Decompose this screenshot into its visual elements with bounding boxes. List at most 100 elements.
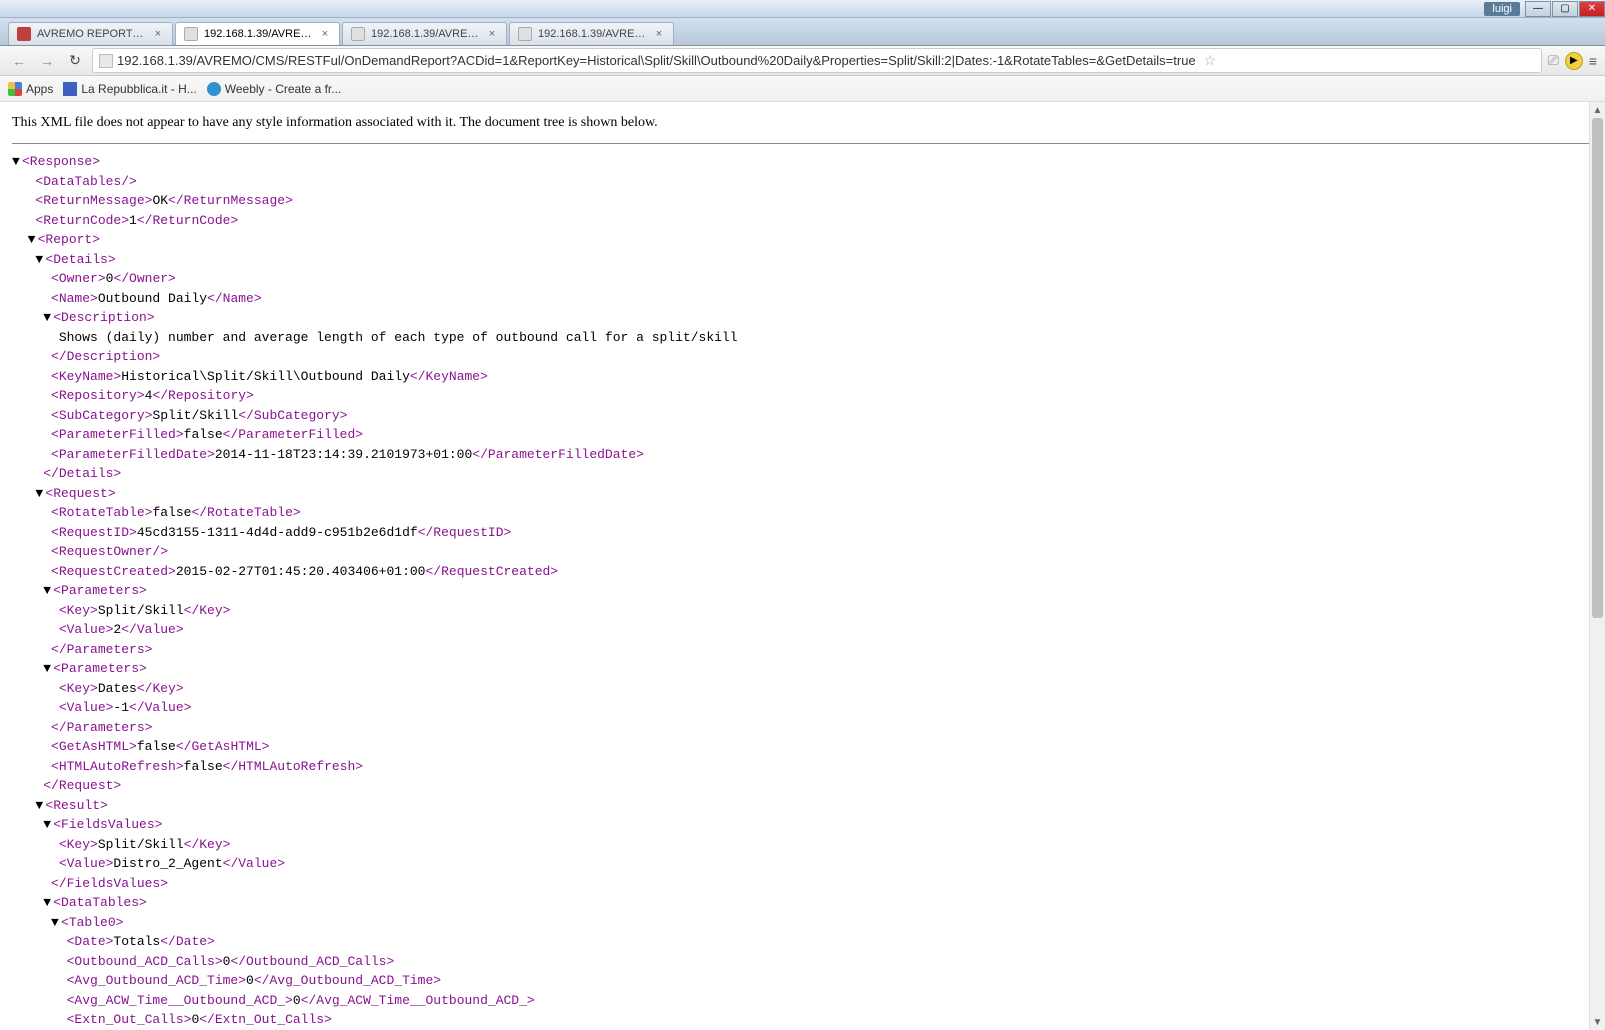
collapse-toggle-icon[interactable]: ▼	[43, 893, 53, 913]
collapse-toggle-icon[interactable]: ▼	[43, 659, 53, 679]
xml-node: <Value>-1</Value>	[12, 698, 1593, 718]
collapse-toggle-icon[interactable]: ▼	[51, 913, 61, 933]
xml-node: <ReturnCode>1</ReturnCode>	[12, 211, 1593, 231]
page-icon	[99, 54, 113, 68]
xml-node: <KeyName>Historical\Split/Skill\Outbound…	[12, 367, 1593, 387]
collapse-toggle-icon[interactable]: ▼	[43, 581, 53, 601]
xml-node: </Parameters>	[12, 640, 1593, 660]
xml-node: <Outbound_ACD_Calls>0</Outbound_ACD_Call…	[12, 952, 1593, 972]
xml-node: ▼<Response>	[12, 152, 1593, 172]
bookmark-item[interactable]: Weebly - Create a fr...	[207, 82, 342, 96]
xml-node: Shows (daily) number and average length …	[12, 328, 1593, 348]
xml-node: <GetAsHTML>false</GetAsHTML>	[12, 737, 1593, 757]
scroll-down-arrow-icon[interactable]: ▼	[1590, 1014, 1605, 1030]
xml-node: ▼<Report>	[12, 230, 1593, 250]
xml-tree: ▼<Response> <DataTables/> <ReturnMessage…	[12, 152, 1593, 1030]
browser-tab[interactable]: 192.168.1.39/AVREMO/C ×	[175, 22, 340, 45]
xml-node: <Value>2</Value>	[12, 620, 1593, 640]
xml-notice: This XML file does not appear to have an…	[12, 110, 1593, 139]
xml-node: ▼<Parameters>	[12, 581, 1593, 601]
bookmark-label: Weebly - Create a fr...	[225, 82, 342, 96]
xml-node: ▼<Details>	[12, 250, 1593, 270]
xml-node: <RequestID>45cd3155-1311-4d4d-add9-c951b…	[12, 523, 1593, 543]
xml-node: </FieldsValues>	[12, 874, 1593, 894]
xml-node: <DataTables/>	[12, 172, 1593, 192]
site-favicon-icon	[207, 82, 221, 96]
xml-node: ▼<Parameters>	[12, 659, 1593, 679]
close-window-button[interactable]: ✕	[1579, 1, 1605, 17]
xml-node: </Details>	[12, 464, 1593, 484]
minimize-button[interactable]: —	[1525, 1, 1551, 17]
tab-favicon-icon	[184, 27, 198, 41]
collapse-toggle-icon[interactable]: ▼	[43, 308, 53, 328]
user-badge: luigi	[1484, 2, 1520, 16]
xml-node: <RotateTable>false</RotateTable>	[12, 503, 1593, 523]
xml-node: <Key>Split/Skill</Key>	[12, 601, 1593, 621]
collapse-toggle-icon[interactable]: ▼	[35, 484, 45, 504]
xml-node: <Repository>4</Repository>	[12, 386, 1593, 406]
bookmarks-bar: Apps La Repubblica.it - H... Weebly - Cr…	[0, 76, 1605, 102]
forward-button[interactable]: →	[36, 50, 58, 72]
extension-icon[interactable]: ▶	[1565, 52, 1583, 70]
vertical-scrollbar[interactable]: ▲ ▼	[1589, 102, 1605, 1030]
xml-node: <RequestOwner/>	[12, 542, 1593, 562]
collapse-toggle-icon[interactable]: ▼	[35, 796, 45, 816]
bookmark-star-icon[interactable]: ☆	[1204, 52, 1217, 69]
bookmark-label: Apps	[26, 82, 53, 96]
xml-node: </Request>	[12, 776, 1593, 796]
xml-node: ▼<Table0>	[12, 913, 1593, 933]
screen-share-icon[interactable]: ⎚	[1548, 52, 1559, 69]
back-button[interactable]: ←	[8, 50, 30, 72]
page-content: This XML file does not appear to have an…	[0, 102, 1605, 1030]
scrollbar-thumb[interactable]	[1592, 118, 1603, 618]
bookmark-label: La Repubblica.it - H...	[81, 82, 196, 96]
collapse-toggle-icon[interactable]: ▼	[12, 152, 22, 172]
xml-node: <Name>Outbound Daily</Name>	[12, 289, 1593, 309]
xml-node: <SubCategory>Split/Skill</SubCategory>	[12, 406, 1593, 426]
xml-node: ▼<FieldsValues>	[12, 815, 1593, 835]
xml-node: <HTMLAutoRefresh>false</HTMLAutoRefresh>	[12, 757, 1593, 777]
collapse-toggle-icon[interactable]: ▼	[28, 230, 38, 250]
xml-node: <Value>Distro_2_Agent</Value>	[12, 854, 1593, 874]
window-titlebar: luigi — ▢ ✕	[0, 0, 1605, 18]
xml-node: <ReturnMessage>OK</ReturnMessage>	[12, 191, 1593, 211]
reload-button[interactable]: ↻	[64, 50, 86, 72]
browser-tab-bar: AVREMO REPORT EXPLO × 192.168.1.39/AVREM…	[0, 18, 1605, 46]
xml-node: <RequestCreated>2015-02-27T01:45:20.4034…	[12, 562, 1593, 582]
tab-close-icon[interactable]: ×	[319, 28, 331, 40]
maximize-button[interactable]: ▢	[1552, 1, 1578, 17]
collapse-toggle-icon[interactable]: ▼	[35, 250, 45, 270]
bookmark-item[interactable]: La Repubblica.it - H...	[63, 82, 196, 96]
tab-title: 192.168.1.39/AVREMO/C	[204, 28, 313, 40]
scroll-up-arrow-icon[interactable]: ▲	[1590, 102, 1605, 118]
xml-node: <ParameterFilledDate>2014-11-18T23:14:39…	[12, 445, 1593, 465]
xml-node: ▼<Request>	[12, 484, 1593, 504]
xml-node: ▼<Description>	[12, 308, 1593, 328]
address-bar: ← → ↻ 192.168.1.39/AVREMO/CMS/RESTFul/On…	[0, 46, 1605, 76]
tab-favicon-icon	[518, 27, 532, 41]
xml-node: <Avg_ACW_Time__Outbound_ACD_>0</Avg_ACW_…	[12, 991, 1593, 1011]
browser-tab[interactable]: 192.168.1.39/AVREMO/CM ×	[342, 22, 507, 45]
tab-favicon-icon	[17, 27, 31, 41]
tab-title: 192.168.1.39/AVREMO/CM	[371, 28, 480, 40]
content-divider	[12, 143, 1593, 144]
url-input[interactable]: 192.168.1.39/AVREMO/CMS/RESTFul/OnDemand…	[92, 48, 1542, 73]
xml-node: ▼<DataTables>	[12, 893, 1593, 913]
xml-node: <Avg_Outbound_ACD_Time>0</Avg_Outbound_A…	[12, 971, 1593, 991]
hamburger-menu-icon[interactable]: ≡	[1589, 53, 1597, 69]
site-favicon-icon	[63, 82, 77, 96]
apps-grid-icon	[8, 82, 22, 96]
tab-close-icon[interactable]: ×	[486, 28, 498, 40]
url-text: 192.168.1.39/AVREMO/CMS/RESTFul/OnDemand…	[117, 53, 1196, 68]
tab-close-icon[interactable]: ×	[653, 28, 665, 40]
xml-node: <Owner>0</Owner>	[12, 269, 1593, 289]
xml-node: </Description>	[12, 347, 1593, 367]
tab-title: AVREMO REPORT EXPLO	[37, 28, 146, 40]
xml-node: ▼<Result>	[12, 796, 1593, 816]
browser-tab[interactable]: AVREMO REPORT EXPLO ×	[8, 22, 173, 45]
apps-bookmark[interactable]: Apps	[8, 82, 53, 96]
xml-node: <Key>Dates</Key>	[12, 679, 1593, 699]
tab-close-icon[interactable]: ×	[152, 28, 164, 40]
browser-tab[interactable]: 192.168.1.39/AVREMO/CM ×	[509, 22, 674, 45]
collapse-toggle-icon[interactable]: ▼	[43, 815, 53, 835]
